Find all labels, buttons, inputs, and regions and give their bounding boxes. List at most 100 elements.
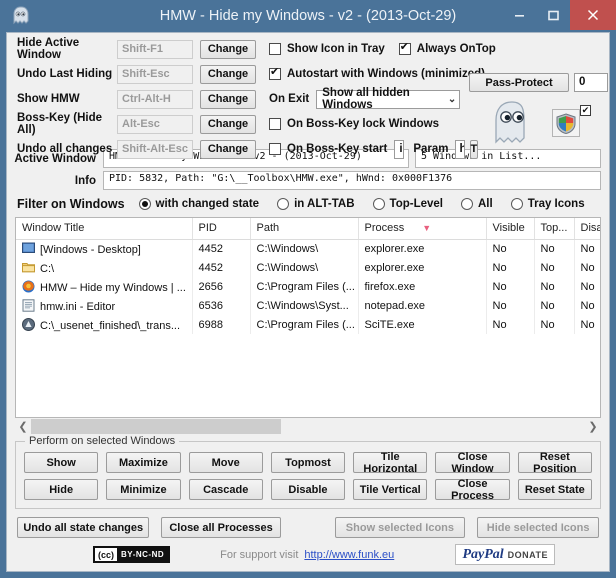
info-row: Info PID: 5832, Path: "G:\__Toolbox\HMW.…: [7, 171, 609, 190]
change-button-undo-last-hiding[interactable]: Change: [200, 64, 256, 84]
scroll-left-arrow-icon[interactable]: ❮: [15, 420, 31, 433]
filter-row: Filter on Windows with changed state in …: [7, 193, 609, 215]
cascade-button[interactable]: Cascade: [188, 479, 263, 500]
select-on-exit[interactable]: Show all hidden Windows ⌄: [316, 87, 461, 111]
change-button-undo-all-changes[interactable]: Change: [200, 139, 256, 159]
table-row[interactable]: C:\ 4452 C:\Windows\ explorer.exe No No …: [16, 258, 600, 277]
table-row[interactable]: C:\_usenet_finished\_trans... 6988 C:\Pr…: [16, 315, 600, 334]
checkbox-always-ontop[interactable]: [398, 41, 411, 55]
column-header-pid[interactable]: PID: [192, 218, 251, 240]
show-button[interactable]: Show: [24, 452, 99, 473]
windows-table: Window Title PID Path Process ▼ Visible T…: [16, 218, 600, 334]
cc-symbol: (cc): [98, 549, 115, 560]
radio-top-level[interactable]: [372, 198, 385, 210]
change-button-show-hmw[interactable]: Change: [200, 89, 256, 109]
radio-tray-icons[interactable]: [510, 198, 523, 210]
close-all-processes-button[interactable]: Close all Processes: [161, 517, 281, 538]
input-bosskey-program[interactable]: iexplore.exe: [394, 139, 405, 159]
cc-terms: BY-NC-ND: [117, 548, 169, 561]
filter-option-with-changed-state[interactable]: with changed state: [138, 198, 259, 210]
cell-window-title-text: HMW – Hide my Windows | ...: [40, 281, 186, 294]
filter-option-tray-icons[interactable]: Tray Icons: [510, 198, 585, 210]
application-window: HMW - Hide my Windows - v2 - (2013-Oct-2…: [0, 0, 616, 578]
cell-topmost: No: [534, 296, 575, 315]
table-row[interactable]: HMW – Hide my Windows | ... 2656 C:\Prog…: [16, 277, 600, 296]
radio-with-changed-state[interactable]: [138, 198, 151, 210]
param-test-button[interactable]: T: [469, 139, 479, 159]
checkbox-bosskey-lock[interactable]: [269, 118, 281, 130]
cell-disabled: No: [574, 315, 600, 334]
radio-all[interactable]: [461, 198, 473, 210]
minimize-action-button[interactable]: Minimize: [106, 479, 181, 500]
row-tray-and-ontop: Show Icon in Tray Always OnTop: [269, 39, 496, 59]
pass-protect-button[interactable]: Pass-Protect: [469, 73, 569, 92]
filter-label-tray-icons: Tray Icons: [527, 198, 585, 210]
checkbox-autostart[interactable]: [269, 66, 281, 80]
cell-path: C:\Windows\Syst...: [250, 296, 359, 315]
uac-shield-checkbox[interactable]: ✔: [580, 105, 591, 116]
close-process-button[interactable]: Close Process: [435, 478, 510, 502]
hotkey-value-hide-active-window[interactable]: Shift-F1: [117, 39, 193, 59]
undo-all-state-changes-button[interactable]: Undo all state changes: [17, 517, 150, 538]
filter-option-all[interactable]: All: [461, 198, 493, 210]
close-button[interactable]: [570, 0, 616, 30]
hotkey-label: Undo all changes: [17, 143, 113, 155]
column-header-process[interactable]: Process ▼: [358, 218, 487, 240]
caption-buttons: [502, 0, 616, 32]
tile-horizontal-button[interactable]: Tile Horizontal: [353, 451, 428, 475]
hide-button[interactable]: Hide: [24, 479, 99, 500]
horizontal-scrollbar[interactable]: ❮ ❯: [15, 418, 601, 435]
column-header-topmost[interactable]: Top...: [534, 218, 575, 240]
move-button[interactable]: Move: [188, 452, 263, 473]
pass-protect-value-input[interactable]: 0: [574, 73, 608, 92]
close-window-button[interactable]: Close Window: [435, 451, 510, 475]
uac-shield-button[interactable]: [552, 109, 580, 137]
minimize-button[interactable]: [502, 0, 536, 30]
scrollbar-track[interactable]: [31, 419, 585, 434]
paypal-donate-button[interactable]: PayPal DONATE: [455, 544, 555, 565]
column-header-process-label: Process: [364, 222, 405, 235]
windows-list[interactable]: Window Title PID Path Process ▼ Visible T…: [15, 217, 601, 418]
cell-window-title-text: hmw.ini - Editor: [40, 300, 116, 313]
shield-icon: [556, 112, 576, 134]
maximize-button[interactable]: [536, 0, 570, 30]
filter-option-top-level[interactable]: Top-Level: [372, 198, 443, 210]
column-header-visible[interactable]: Visible: [486, 218, 535, 240]
column-header-window-title[interactable]: Window Title: [16, 218, 193, 240]
scroll-right-arrow-icon[interactable]: ❯: [585, 420, 601, 433]
column-header-path[interactable]: Path: [250, 218, 359, 240]
label-on-exit: On Exit: [269, 93, 310, 105]
show-selected-icons-button[interactable]: Show selected Icons: [334, 517, 466, 538]
change-button-boss-key[interactable]: Change: [200, 114, 256, 134]
cell-pid: 4452: [192, 258, 251, 277]
cell-process: SciTE.exe: [358, 315, 487, 334]
scrollbar-thumb[interactable]: [31, 419, 281, 434]
hotkey-value-undo-all-changes[interactable]: Shift-Alt-Esc: [117, 139, 193, 159]
column-header-disabled[interactable]: Disa...: [574, 218, 600, 240]
disable-button[interactable]: Disable: [270, 479, 346, 500]
maximize-button[interactable]: Maximize: [106, 452, 181, 473]
reset-position-button[interactable]: Reset Position: [517, 451, 592, 475]
reset-state-button[interactable]: Reset State: [517, 479, 592, 500]
ghost-mascot-icon: [485, 99, 539, 147]
checkbox-bosskey-start[interactable]: [269, 143, 281, 155]
radio-in-alt-tab[interactable]: [277, 198, 290, 210]
hotkey-value-show-hmw[interactable]: Ctrl-Alt-H: [117, 89, 193, 109]
cell-window-title: C:\: [16, 258, 193, 277]
filter-label-top-level: Top-Level: [389, 198, 443, 210]
hide-selected-icons-button[interactable]: Hide selected Icons: [477, 517, 599, 538]
checkbox-show-icon-in-tray[interactable]: [269, 43, 281, 55]
hotkey-value-undo-last-hiding[interactable]: Shift-Esc: [117, 64, 193, 84]
support-link[interactable]: http://www.funk.eu: [304, 549, 394, 561]
change-button-hide-active-window[interactable]: Change: [200, 39, 256, 59]
hotkey-value-boss-key[interactable]: Alt-Esc: [117, 114, 193, 134]
paypal-action-label: DONATE: [507, 549, 548, 560]
filter-option-in-alt-tab[interactable]: in ALT-TAB: [277, 198, 355, 210]
tile-vertical-button[interactable]: Tile Vertical: [353, 479, 428, 500]
table-row[interactable]: hmw.ini - Editor 6536 C:\Windows\Syst...…: [16, 296, 600, 315]
table-row[interactable]: [Windows - Desktop] 4452 C:\Windows\ exp…: [16, 239, 600, 258]
desktop-icon: [22, 242, 35, 255]
topmost-button[interactable]: Topmost: [270, 452, 346, 473]
input-param[interactable]: http://www.yahc: [454, 139, 465, 159]
support-text: For support visit: [220, 548, 299, 561]
